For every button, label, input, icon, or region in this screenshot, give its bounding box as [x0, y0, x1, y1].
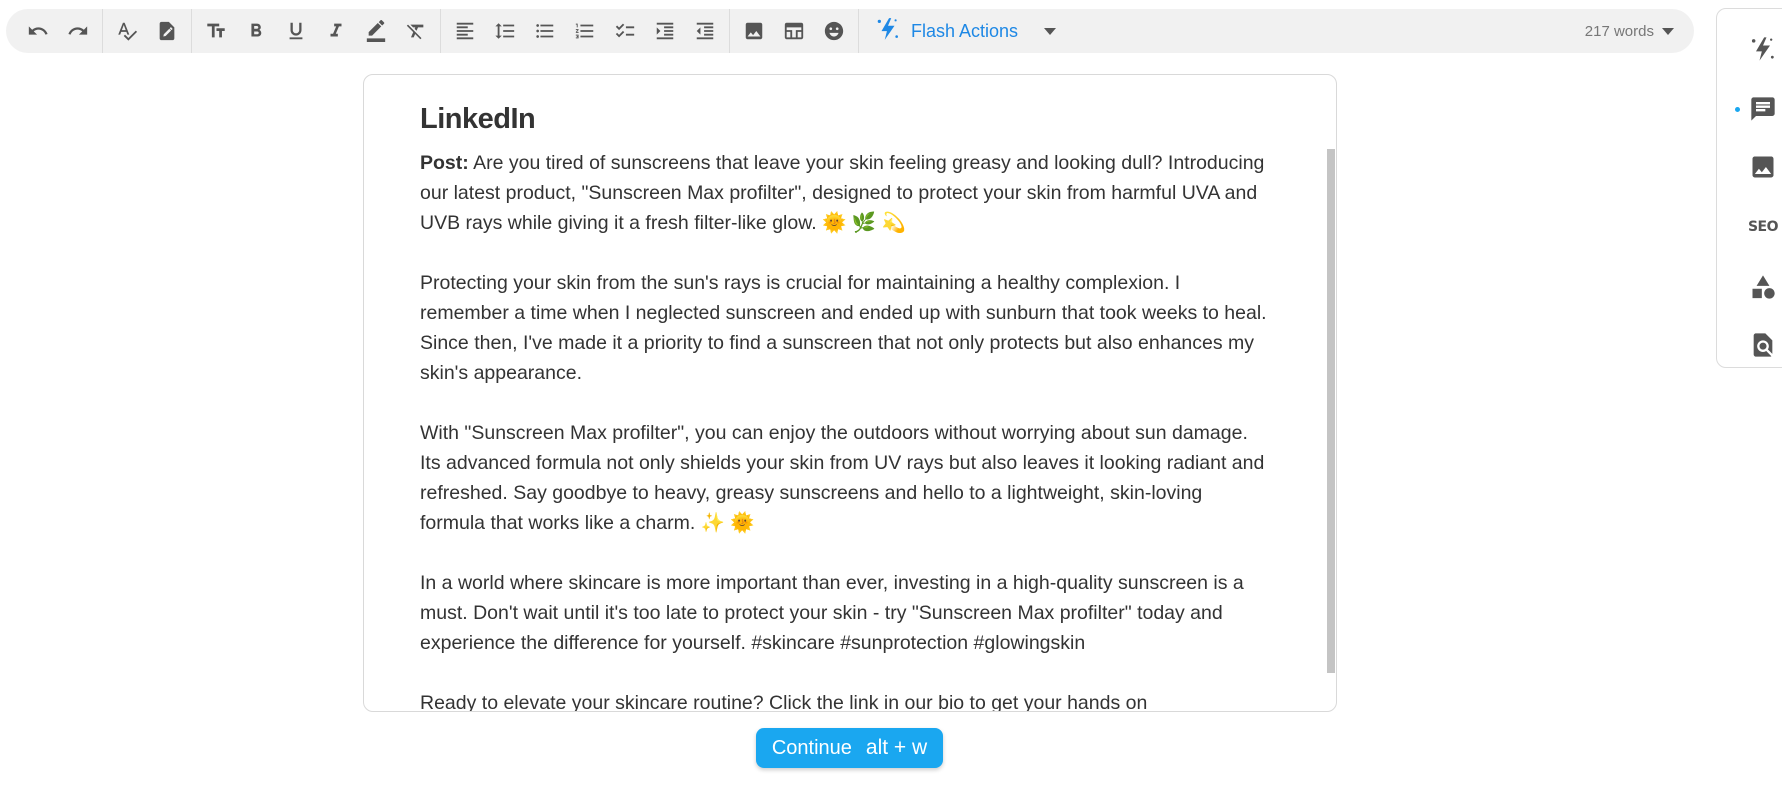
clear-format-button[interactable] [396, 11, 436, 51]
panel-images-button[interactable] [1745, 149, 1781, 185]
edit-note-button[interactable] [147, 11, 187, 51]
indent-button[interactable] [645, 11, 685, 51]
paragraph: Ready to elevate your skincare routine? … [420, 692, 1148, 712]
toolbar-divider [102, 9, 103, 53]
flash-actions-label: Flash Actions [911, 20, 1019, 41]
line-spacing-icon [495, 23, 515, 39]
editor-toolbar: Flash Actions 217 words [6, 9, 1694, 53]
insert-table-button[interactable] [774, 11, 814, 51]
post-label: Post: [420, 152, 469, 174]
underline-icon [289, 22, 303, 40]
magic-wand-icon [1751, 37, 1774, 61]
toolbar-divider [191, 9, 192, 53]
image-icon [745, 22, 763, 40]
panel-plagiarism-button[interactable] [1745, 327, 1781, 363]
numbered-list-icon [575, 23, 594, 39]
text-size-button[interactable] [196, 11, 236, 51]
document-editor[interactable]: LinkedIn Post: Are you tired of sunscree… [363, 74, 1337, 712]
panel-seo-button[interactable]: SEO [1745, 209, 1781, 245]
italic-button[interactable] [316, 11, 356, 51]
insert-emoji-button[interactable] [814, 11, 854, 51]
active-indicator [1735, 107, 1740, 112]
undo-icon [28, 26, 48, 35]
paragraph-group [445, 9, 725, 53]
spellcheck-icon [118, 22, 138, 41]
spellcheck-button[interactable] [107, 11, 147, 51]
highlight-pen-icon [366, 20, 386, 42]
check-group [107, 9, 187, 53]
continue-button[interactable]: Continue alt + w [756, 728, 943, 768]
history-group [18, 9, 98, 53]
checklist-button[interactable] [605, 11, 645, 51]
word-count-label: 217 words [1584, 22, 1654, 40]
word-count-dropdown[interactable]: 217 words [1585, 9, 1674, 53]
text-size-icon [207, 23, 225, 38]
format-group [196, 9, 436, 53]
edit-note-icon [159, 21, 175, 41]
toolbar-divider [729, 9, 730, 53]
right-side-panel: SEO [1716, 8, 1782, 368]
shapes-icon [1752, 275, 1775, 299]
keyboard-shortcut: alt + w [865, 736, 928, 759]
numbered-list-button[interactable] [565, 11, 605, 51]
toolbar-divider [858, 9, 859, 53]
redo-button[interactable] [58, 11, 98, 51]
magic-wand-icon [875, 16, 901, 47]
document-title: LinkedIn [420, 103, 536, 135]
bullet-list-icon [536, 24, 554, 38]
paragraph: With "Sunscreen Max profilter", you can … [420, 422, 1265, 534]
panel-flash-button[interactable] [1745, 31, 1781, 67]
emoji-icon [824, 21, 844, 41]
editor-scrollbar[interactable] [1327, 149, 1335, 673]
search-document-icon [1753, 333, 1773, 357]
line-spacing-button[interactable] [485, 11, 525, 51]
outdent-icon [696, 22, 714, 40]
paragraph-text: Are you tired of sunscreens that leave y… [420, 152, 1265, 234]
outdent-button[interactable] [685, 11, 725, 51]
undo-button[interactable] [18, 11, 58, 51]
checklist-icon [615, 23, 635, 38]
align-left-button[interactable] [445, 11, 485, 51]
continue-label: Continue [771, 736, 852, 759]
paragraph: In a world where skincare is more import… [420, 572, 1244, 654]
highlight-button[interactable] [356, 11, 396, 51]
toolbar-divider [440, 9, 441, 53]
chevron-down-icon [1662, 27, 1674, 35]
italic-icon [330, 23, 342, 37]
insert-image-button[interactable] [734, 11, 774, 51]
panel-comments-button[interactable] [1745, 91, 1781, 127]
image-icon [1752, 156, 1774, 178]
bold-icon [251, 23, 262, 37]
comment-icon [1751, 97, 1775, 121]
clear-format-icon [406, 24, 424, 40]
underline-button[interactable] [276, 11, 316, 51]
table-icon [784, 22, 804, 40]
seo-label: SEO [1747, 219, 1779, 235]
indent-icon [656, 22, 674, 40]
chevron-down-icon [1044, 27, 1057, 35]
paragraph: Protecting your skin from the sun's rays… [420, 272, 1267, 384]
panel-shapes-button[interactable] [1745, 269, 1781, 305]
bullet-list-button[interactable] [525, 11, 565, 51]
editor-content: LinkedIn Post: Are you tired of sunscree… [420, 103, 1270, 712]
bold-button[interactable] [236, 11, 276, 51]
paragraph: Post: Are you tired of sunscreens that l… [420, 148, 1270, 238]
insert-group [734, 9, 854, 53]
flash-actions-button[interactable]: Flash Actions [863, 16, 1057, 47]
redo-icon [68, 26, 88, 35]
align-left-icon [456, 22, 474, 40]
